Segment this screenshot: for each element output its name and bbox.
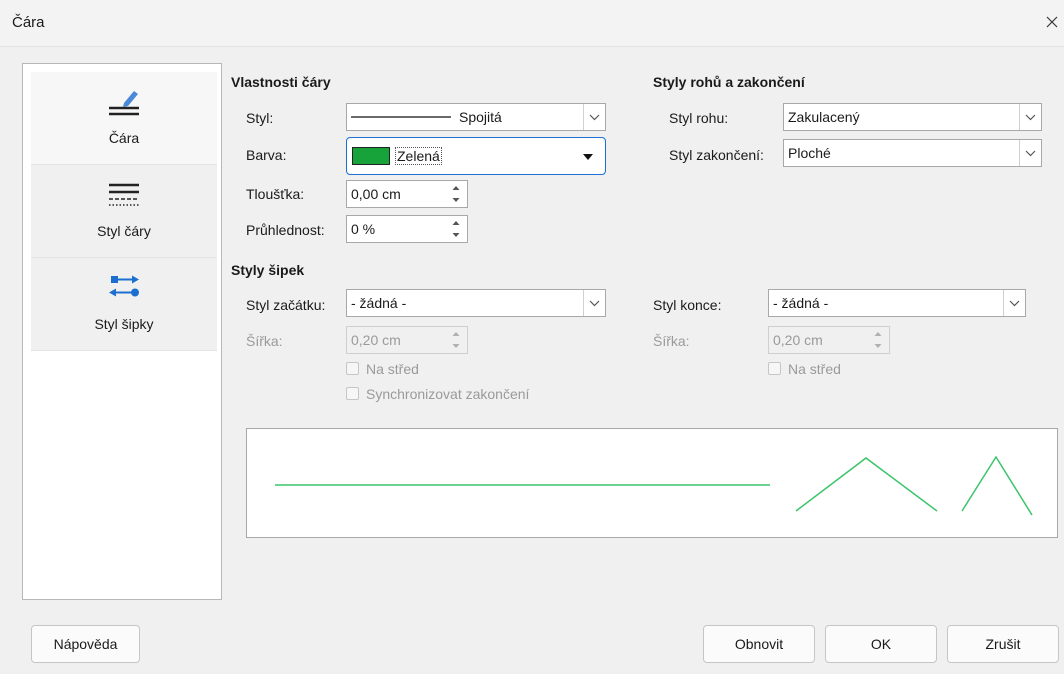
spin-down-icon[interactable] [449,340,463,351]
chevron-down-icon [1025,114,1036,121]
cancel-button[interactable]: Zrušit [947,625,1059,663]
end-center-label: Na střed [788,361,841,377]
cap-style-label: Styl zakončení: [669,147,764,163]
chevron-down-icon [1009,300,1020,307]
corner-style-label: Styl rohu: [669,110,729,126]
reset-button[interactable]: Obnovit [703,625,815,663]
chevron-down-icon [589,114,600,121]
transparency-label: Průhlednost: [246,222,325,238]
start-style-select[interactable]: - žádná - [346,289,606,317]
line-style-icon [109,183,139,206]
sidebar-item-line-style[interactable]: Styl čáry [31,165,217,258]
line-style-value: Spojitá [459,109,502,125]
sidebar-item-label: Styl čáry [97,223,151,239]
line-color-value: Zelená [395,147,442,165]
color-swatch [352,147,390,165]
color-label: Barva: [246,147,287,163]
help-button[interactable]: Nápověda [31,625,140,663]
dropdown-arrow [583,290,605,316]
spin-down-icon[interactable] [871,340,885,351]
corner-styles-title: Styly rohů a zakončení [653,74,805,90]
sidebar-item-line[interactable]: Čára [31,72,217,165]
end-style-label: Styl konce: [653,297,722,313]
dropdown-arrow [1019,104,1041,130]
caret-down-icon [583,154,593,160]
window-title: Čára [12,14,45,31]
line-color-select[interactable]: Zelená [346,137,606,175]
dropdown-arrow [1019,140,1041,166]
solid-line-sample-icon [351,116,451,118]
chevron-down-icon [589,300,600,307]
spin-down-icon[interactable] [449,194,463,205]
transparency-value: 0 % [351,221,376,237]
sync-ends-label: Synchronizovat zakončení [366,386,530,402]
corner-style-value: Zakulacený [788,109,860,125]
spin-up-icon[interactable] [449,183,463,194]
end-width-label: Šířka: [653,333,690,349]
transparency-spinner[interactable]: 0 % [346,215,468,243]
width-label: Tloušťka: [246,186,305,202]
start-style-value: - žádná - [351,295,407,311]
line-properties-title: Vlastnosti čáry [231,74,331,90]
preview-canvas [275,455,1033,516]
end-width-value: 0,20 cm [773,332,823,348]
checkbox-box[interactable] [346,387,359,400]
checkbox-box[interactable] [346,362,359,375]
sidebar-item-arrow-style[interactable]: Styl šipky [31,258,217,351]
sidebar: Čára Styl čáry Styl šipky [22,63,222,600]
checkbox-box[interactable] [768,362,781,375]
ok-button[interactable]: OK [825,625,937,663]
spin-down-icon[interactable] [449,229,463,240]
arrow-style-icon [109,275,139,297]
preview-sharp-angle-line [961,455,1033,516]
end-width-spinner[interactable]: 0,20 cm [768,326,890,354]
line-style-select[interactable]: Spojitá [346,103,606,131]
line-pencil-icon [109,91,139,116]
cap-style-select[interactable]: Ploché [783,139,1042,167]
title-bar: Čára [0,0,1064,47]
sidebar-item-label: Styl šipky [94,316,154,332]
end-style-select[interactable]: - žádná - [768,289,1026,317]
spin-up-icon[interactable] [449,329,463,340]
sidebar-item-label: Čára [108,130,140,146]
line-width-value: 0,00 cm [351,186,401,202]
start-width-value: 0,20 cm [351,332,401,348]
chevron-down-icon [1025,150,1036,157]
style-label: Styl: [246,110,274,126]
dropdown-arrow [1003,290,1025,316]
end-style-value: - žádná - [773,295,829,311]
cap-style-value: Ploché [788,145,831,161]
close-icon [1046,16,1058,28]
line-preview [246,428,1058,538]
dropdown-arrow [583,104,605,130]
close-button[interactable] [1040,10,1064,34]
spin-up-icon[interactable] [871,329,885,340]
preview-angle-line [795,457,938,512]
start-style-label: Styl začátku: [246,297,326,313]
arrow-styles-title: Styly šipek [231,262,305,278]
start-center-label: Na střed [366,361,419,377]
corner-style-select[interactable]: Zakulacený [783,103,1042,131]
line-width-spinner[interactable]: 0,00 cm [346,180,468,208]
start-width-spinner[interactable]: 0,20 cm [346,326,468,354]
start-width-label: Šířka: [246,333,283,349]
spin-up-icon[interactable] [449,218,463,229]
